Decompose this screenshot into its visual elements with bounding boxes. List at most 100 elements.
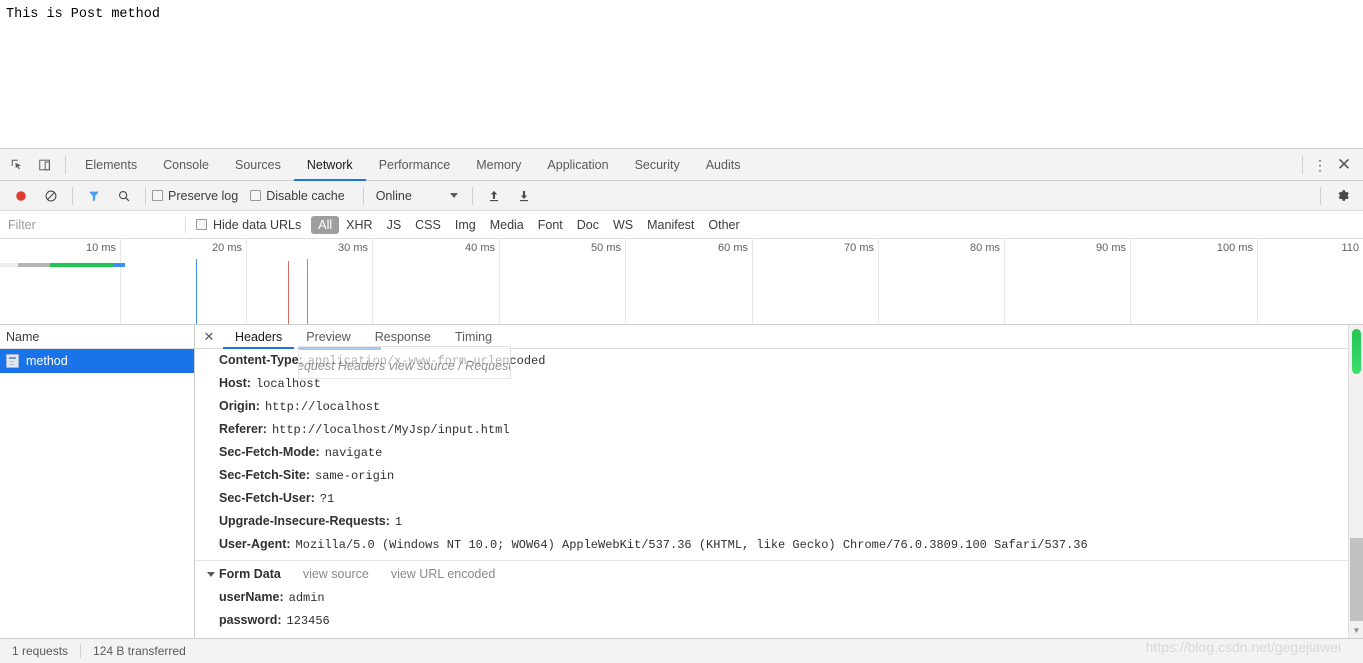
tab-memory[interactable]: Memory bbox=[463, 150, 534, 181]
timeline-tick-label: 10 ms bbox=[86, 242, 116, 254]
gear-icon[interactable] bbox=[1327, 188, 1357, 203]
timeline-tick-label: 40 ms bbox=[465, 242, 495, 254]
header-name: Content-Type: bbox=[219, 353, 303, 367]
network-filter-bar: Hide data URLs All XHR JS CSS Img Media … bbox=[0, 210, 1363, 239]
preserve-log-checkbox[interactable]: Preserve log bbox=[152, 189, 238, 203]
header-value: 1 bbox=[394, 515, 403, 529]
timeline-bar-segment bbox=[0, 263, 18, 267]
timeline-gridline bbox=[878, 239, 879, 324]
toolbar-divider bbox=[145, 186, 146, 205]
header-value: localhost bbox=[255, 377, 321, 391]
hide-data-urls-checkbox[interactable]: Hide data URLs bbox=[196, 218, 301, 232]
filter-type-doc[interactable]: Doc bbox=[570, 216, 606, 234]
filter-type-label: Doc bbox=[576, 217, 599, 232]
filter-type-xhr[interactable]: XHR bbox=[339, 216, 379, 234]
request-list-empty-space bbox=[0, 373, 194, 638]
tab-timing[interactable]: Timing bbox=[443, 326, 504, 349]
chevron-down-icon bbox=[449, 193, 458, 198]
tab-label: Memory bbox=[476, 157, 522, 172]
tab-console[interactable]: Console bbox=[150, 150, 222, 181]
filter-type-media[interactable]: Media bbox=[483, 216, 531, 234]
header-row: Content-Type: application/x-www-form-url… bbox=[195, 349, 1363, 372]
filter-icon[interactable] bbox=[79, 189, 109, 203]
close-icon[interactable]: ✕ bbox=[195, 325, 223, 348]
scrollbar-vertical[interactable]: ▲ ▼ bbox=[1348, 325, 1363, 638]
filter-type-label: Img bbox=[454, 217, 476, 232]
timeline-tick-label: 110 bbox=[1341, 242, 1359, 254]
more-options-icon[interactable]: ⋮ bbox=[1309, 158, 1331, 172]
form-field-value: 123456 bbox=[286, 614, 330, 628]
network-split-view: Name method ✕ Headers Preview Response T… bbox=[0, 325, 1363, 638]
disable-cache-checkbox[interactable]: Disable cache bbox=[250, 189, 345, 203]
tab-preview[interactable]: Preview bbox=[294, 326, 362, 349]
filter-type-img[interactable]: Img bbox=[448, 216, 483, 234]
filter-type-label: Manifest bbox=[647, 217, 695, 232]
filter-type-label: CSS bbox=[415, 217, 441, 232]
device-toolbar-icon[interactable] bbox=[31, 149, 59, 180]
header-row: Origin: http://localhost bbox=[195, 395, 1363, 418]
search-icon[interactable] bbox=[109, 189, 139, 203]
timeline-gridline bbox=[625, 239, 626, 324]
network-status-bar: 1 requests 124 B transferred bbox=[0, 638, 1363, 663]
timeline-gridline bbox=[120, 239, 121, 324]
request-list: Name method bbox=[0, 325, 195, 638]
form-data-section-header[interactable]: Form Data view source view URL encoded bbox=[195, 561, 1363, 586]
screenshot-root: This is Post method Elements Console Sou… bbox=[0, 0, 1363, 663]
close-devtools-icon[interactable]: ✕ bbox=[1331, 156, 1357, 173]
upload-har-icon[interactable] bbox=[479, 189, 509, 203]
view-url-encoded-link[interactable]: view URL encoded bbox=[391, 567, 495, 581]
timeline-bar-segment bbox=[18, 263, 50, 267]
tab-label: Sources bbox=[234, 157, 281, 172]
tab-response[interactable]: Response bbox=[363, 326, 443, 349]
filter-type-js[interactable]: JS bbox=[380, 216, 409, 234]
tab-application[interactable]: Application bbox=[534, 150, 621, 181]
header-row: Sec-Fetch-User: ?1 bbox=[195, 487, 1363, 510]
tab-label: Headers bbox=[235, 329, 283, 344]
timeline-tick-label: 70 ms bbox=[844, 242, 874, 254]
header-row: Upgrade-Insecure-Requests: 1 bbox=[195, 510, 1363, 533]
network-toolbar-right bbox=[1314, 186, 1363, 205]
timeline-gridlines: 10 ms 20 ms 30 ms 40 ms 50 ms 60 ms 70 ms 80 ms… bbox=[0, 239, 1363, 324]
filter-type-ws[interactable]: WS bbox=[606, 216, 640, 234]
header-value: navigate bbox=[324, 446, 383, 460]
network-overview-timeline[interactable]: 10 ms 20 ms 30 ms 40 ms 50 ms 60 ms 70 ms 80 ms… bbox=[0, 239, 1363, 325]
tab-security[interactable]: Security bbox=[622, 150, 693, 181]
filter-type-other[interactable]: Other bbox=[701, 216, 746, 234]
tab-performance[interactable]: Performance bbox=[366, 150, 464, 181]
devtools-panel: Elements Console Sources Network Perform… bbox=[0, 148, 1363, 663]
filter-type-manifest[interactable]: Manifest bbox=[640, 216, 701, 234]
tab-network[interactable]: Network bbox=[293, 150, 366, 181]
inspect-element-icon[interactable] bbox=[3, 149, 31, 180]
scrollbar-thumb[interactable] bbox=[1350, 538, 1363, 621]
tab-strip-actions: ⋮ ✕ bbox=[1296, 149, 1363, 180]
hide-data-urls-label: Hide data URLs bbox=[213, 217, 302, 232]
clear-button[interactable] bbox=[36, 189, 66, 203]
filter-type-all[interactable]: All bbox=[311, 215, 340, 234]
timeline-tick-label: 20 ms bbox=[212, 242, 242, 254]
network-toolbar: Preserve log Disable cache Online bbox=[0, 181, 1363, 211]
tab-sources[interactable]: Sources bbox=[222, 150, 294, 181]
request-name: method bbox=[26, 354, 68, 368]
header-value: Mozilla/5.0 (Windows NT 10.0; WOW64) App… bbox=[295, 538, 1088, 552]
view-source-link[interactable]: view source bbox=[303, 567, 369, 581]
timeline-event-marker bbox=[307, 259, 308, 324]
disable-cache-label: Disable cache bbox=[266, 188, 345, 203]
filter-type-label: All bbox=[318, 217, 333, 232]
record-button[interactable] bbox=[6, 189, 36, 203]
table-row[interactable]: method bbox=[0, 349, 194, 373]
request-list-header[interactable]: Name bbox=[0, 325, 194, 349]
download-har-icon[interactable] bbox=[509, 189, 539, 203]
search-input[interactable] bbox=[0, 210, 185, 239]
scrollbar-thumb-highlight[interactable] bbox=[1352, 329, 1361, 374]
request-headers-list: Content-Type: application/x-www-form-url… bbox=[195, 349, 1363, 638]
throttling-select[interactable]: Online bbox=[370, 189, 458, 203]
scroll-down-arrow-icon[interactable]: ▼ bbox=[1349, 623, 1363, 638]
timeline-gridline bbox=[499, 239, 500, 324]
header-row: Referer: http://localhost/MyJsp/input.ht… bbox=[195, 418, 1363, 441]
devtools-tab-strip: Elements Console Sources Network Perform… bbox=[0, 149, 1363, 181]
filter-type-css[interactable]: CSS bbox=[408, 216, 448, 234]
tab-elements[interactable]: Elements bbox=[72, 150, 150, 181]
tab-headers[interactable]: Headers bbox=[223, 326, 295, 349]
filter-type-font[interactable]: Font bbox=[531, 216, 570, 234]
tab-audits[interactable]: Audits bbox=[693, 150, 754, 181]
